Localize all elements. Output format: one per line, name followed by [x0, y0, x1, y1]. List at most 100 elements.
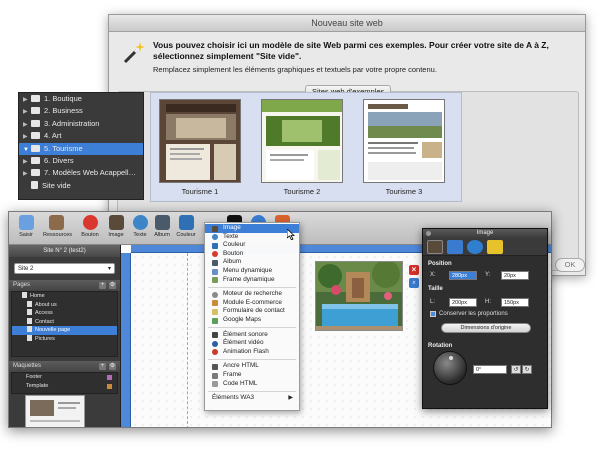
album-tool[interactable]: Album: [149, 215, 175, 238]
folder-icon: [31, 156, 40, 164]
dynamic-menu-icon: [212, 268, 218, 275]
menu-item-album[interactable]: Album: [205, 258, 299, 267]
inspector-title-bar: Image: [423, 229, 547, 238]
delete-element-button[interactable]: ×: [409, 265, 419, 275]
page-icon: [22, 292, 27, 298]
height-field[interactable]: 150px: [501, 298, 529, 307]
pencil-tab-icon[interactable]: [487, 240, 503, 254]
add-page-icon[interactable]: +: [99, 282, 106, 289]
category-item[interactable]: ▶ 4. Art: [19, 130, 143, 142]
frame-icon: [212, 372, 218, 379]
garden-pool-photo: [316, 262, 402, 330]
y-position-field[interactable]: 20px: [501, 271, 529, 280]
dialog-headline: Vous pouvez choisir ici un modèle de sit…: [153, 40, 549, 61]
template-thumbnail-image: [160, 100, 240, 182]
gear-icon[interactable]: ⚙: [109, 282, 116, 289]
video-icon: [212, 340, 218, 347]
image-tab-icon[interactable]: [427, 240, 443, 254]
x-position-field[interactable]: 280px: [449, 271, 477, 280]
category-item[interactable]: ▶ 6. Divers: [19, 155, 143, 167]
text-icon: [212, 234, 218, 241]
menu-item-google-maps[interactable]: Google Maps: [205, 316, 299, 325]
color-tool[interactable]: Couleur: [173, 215, 199, 238]
page-icon: [27, 326, 32, 332]
menu-item-flash[interactable]: Animation Flash: [205, 348, 299, 357]
save-button[interactable]: Saisir: [13, 215, 39, 238]
music-note-icon: [212, 332, 218, 339]
menu-item-html-code[interactable]: Code HTML: [205, 380, 299, 389]
pages-list: Home About us Access Contact Nouvelle pa…: [11, 291, 118, 357]
menu-item-html-anchor[interactable]: Ancre HTML: [205, 362, 299, 371]
position-section-label: Position: [428, 261, 452, 267]
category-item[interactable]: Site vide: [19, 180, 143, 192]
map-icon: [212, 317, 218, 324]
close-icon[interactable]: [426, 231, 431, 236]
page-item[interactable]: Access: [12, 309, 117, 318]
color-swatch: [107, 375, 112, 380]
resources-button[interactable]: Ressources: [43, 215, 72, 238]
template-previews: Tourisme 1 Tourisme 2 Tourisme 3: [150, 92, 462, 202]
form-icon: [212, 308, 218, 315]
effects-tab-icon[interactable]: [447, 240, 463, 254]
menu-separator: [208, 390, 296, 392]
folder-icon: [31, 107, 40, 115]
page-item[interactable]: Contact: [12, 317, 117, 327]
color-swatch: [107, 384, 112, 389]
category-item[interactable]: ▶ 7. Modèles Web Acappell…: [19, 167, 143, 179]
menu-item-dynamic-frame[interactable]: Frame dynamique: [205, 276, 299, 285]
menu-item-video[interactable]: Élément vidéo: [205, 339, 299, 348]
menu-item-button[interactable]: Bouton: [205, 250, 299, 259]
menu-separator: [208, 327, 296, 329]
width-label: L:: [430, 299, 436, 305]
template-thumbnail-image: [364, 100, 444, 182]
code-icon: [212, 381, 218, 388]
page-item[interactable]: Pictures: [12, 334, 117, 344]
width-field[interactable]: 200px: [449, 298, 477, 307]
menu-item-sound[interactable]: Élément sonore: [205, 331, 299, 340]
template-thumbnail-image: [262, 100, 342, 182]
rotate-left-icon[interactable]: ↺: [511, 365, 521, 374]
category-item[interactable]: ▶ 1. Boutique: [19, 93, 143, 105]
rotation-knob[interactable]: [433, 351, 467, 385]
add-master-icon[interactable]: +: [99, 363, 106, 370]
menu-item-text[interactable]: Texte: [205, 233, 299, 242]
menu-item-frame[interactable]: Frame: [205, 371, 299, 380]
site-select[interactable]: Site 2 ▾: [14, 263, 115, 274]
menu-item-ecommerce[interactable]: Module E-commerce: [205, 299, 299, 308]
master-item[interactable]: Template: [12, 382, 117, 391]
menu-item-contact-form[interactable]: Formulaire de contact: [205, 307, 299, 316]
page-item-home[interactable]: Home: [12, 292, 117, 301]
chevron-down-icon: ▾: [107, 266, 111, 272]
page-item[interactable]: About us: [12, 300, 117, 310]
button-tool[interactable]: Bouton: [77, 215, 103, 238]
rotate-right-icon[interactable]: ↻: [522, 365, 532, 374]
page-icon: [31, 180, 38, 189]
page-item-selected[interactable]: Nouvelle page: [12, 326, 117, 335]
element-zoom-button[interactable]: ⌕: [409, 278, 419, 288]
template-thumbnail[interactable]: [261, 99, 343, 183]
category-item[interactable]: ▶ 3. Administration: [19, 118, 143, 130]
menu-item-image[interactable]: Image: [205, 224, 299, 233]
menu-item-search-engine[interactable]: Moteur de recherche: [205, 290, 299, 299]
image-tool[interactable]: Image: [103, 215, 129, 238]
template-thumbnail[interactable]: [159, 99, 241, 183]
inspector-tabs: [423, 238, 547, 256]
menu-item-dynamic-menu[interactable]: Menu dynamique: [205, 267, 299, 276]
menu-item-wa3-elements[interactable]: Éléments WA3 ▶: [205, 394, 299, 403]
insert-element-menu: Image Texte Couleur Bouton Album Menu dy…: [204, 222, 300, 411]
gear-icon[interactable]: ⚙: [109, 363, 116, 370]
image-element[interactable]: [315, 261, 403, 331]
menu-item-color[interactable]: Couleur: [205, 241, 299, 250]
category-list[interactable]: ▶ 1. Boutique ▶ 2. Business ▶ 3. Administra…: [18, 92, 144, 200]
ok-button[interactable]: OK: [555, 258, 585, 272]
folder-icon: [31, 119, 40, 127]
category-item[interactable]: ▶ 2. Business: [19, 105, 143, 117]
rotation-field[interactable]: 0°: [473, 365, 507, 374]
template-thumbnail[interactable]: [363, 99, 445, 183]
keep-proportions-checkbox[interactable]: [430, 311, 436, 317]
master-item[interactable]: Footer: [12, 373, 117, 382]
category-item-selected[interactable]: ▼ 5. Tourisme: [19, 142, 143, 155]
original-size-button[interactable]: Dimensions d'origine: [441, 323, 531, 333]
ruler-vertical[interactable]: [121, 253, 131, 427]
link-globe-tab-icon[interactable]: [467, 240, 483, 254]
